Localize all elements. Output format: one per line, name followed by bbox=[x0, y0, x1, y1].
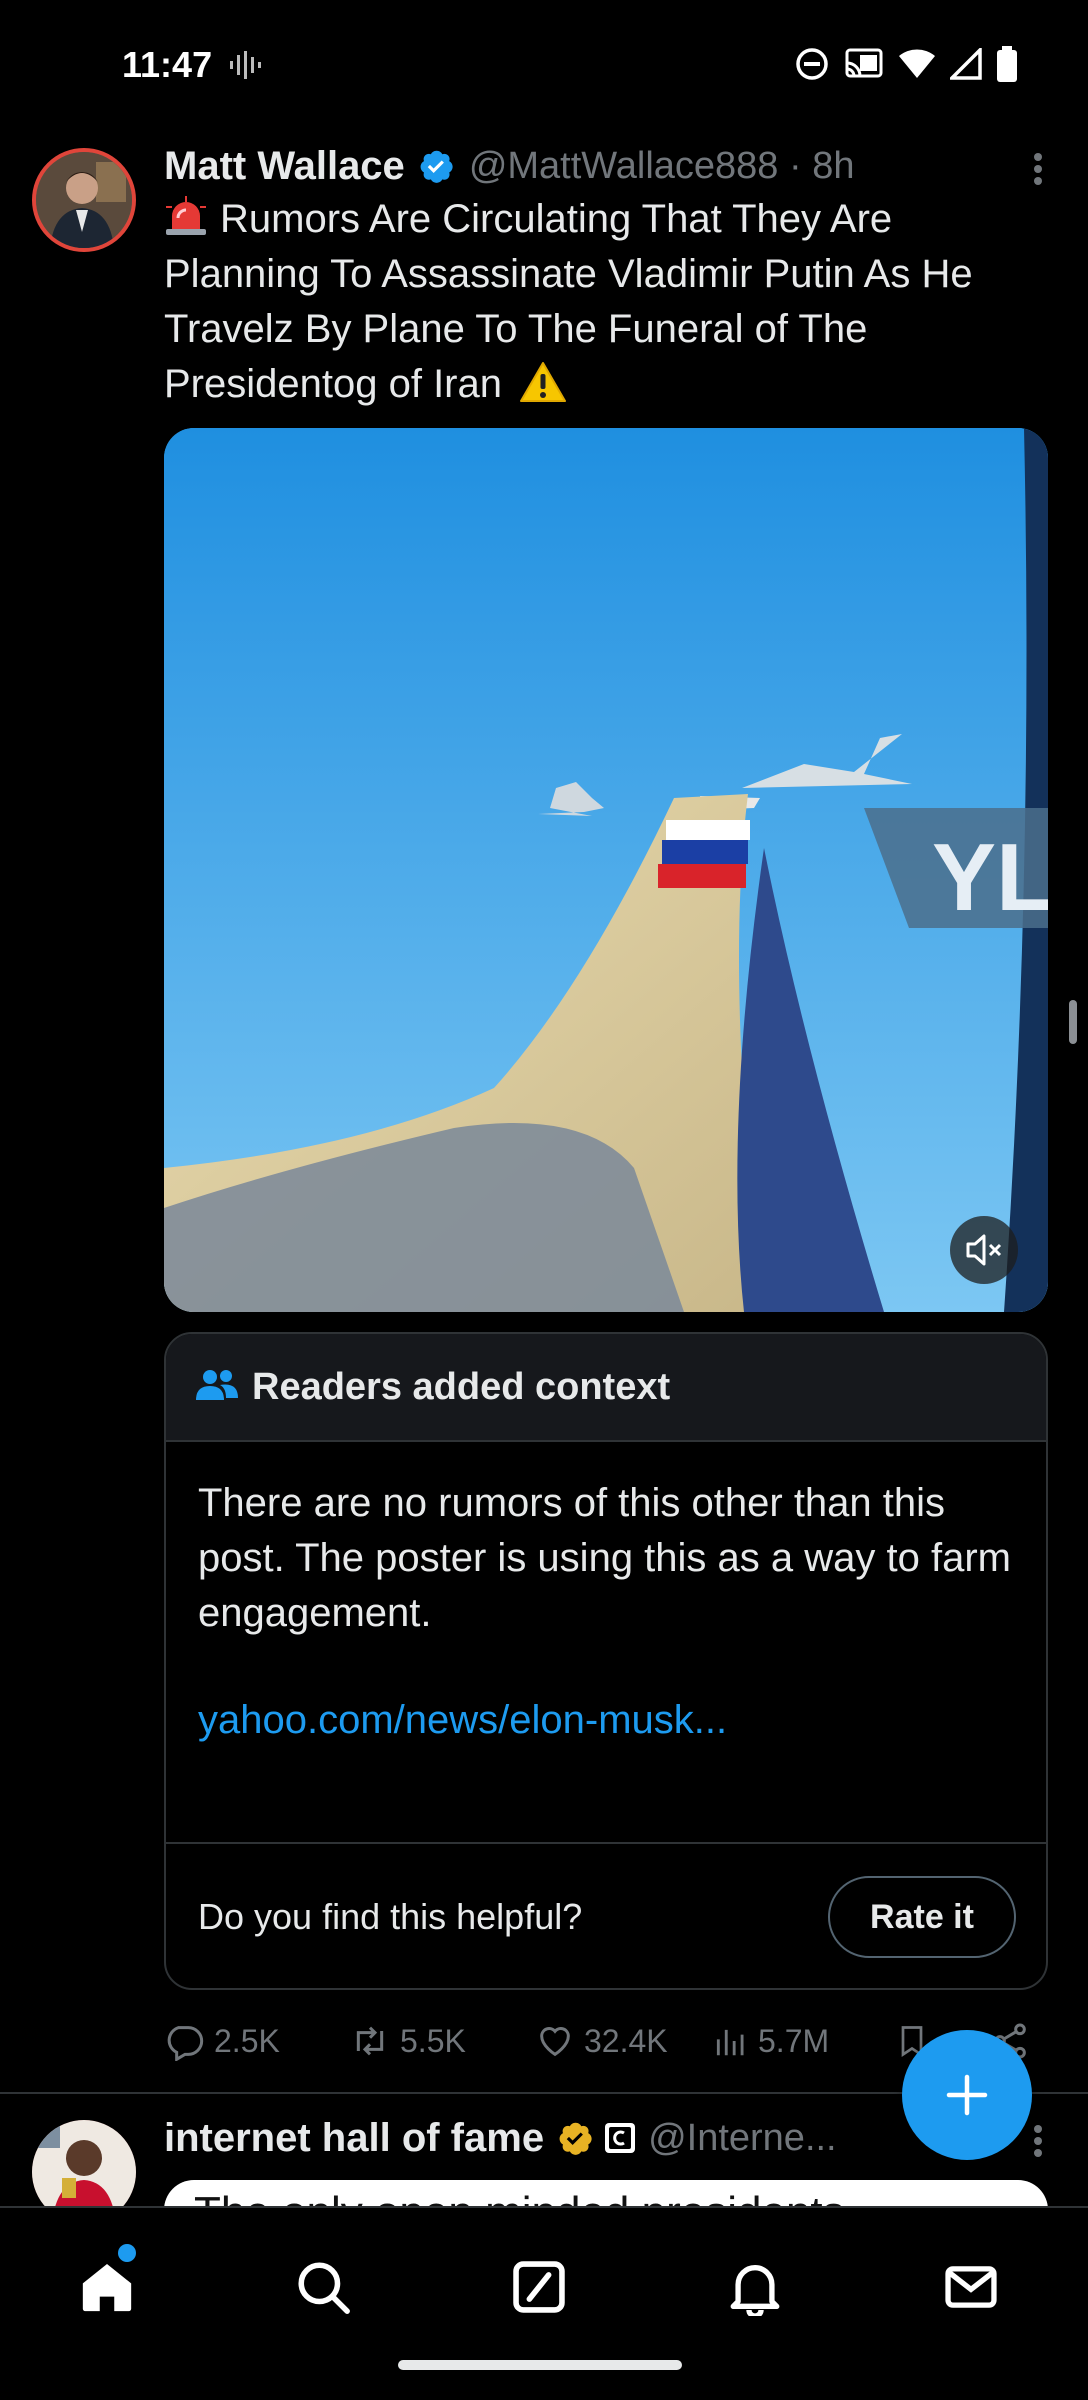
more-options-icon[interactable] bbox=[1032, 152, 1044, 191]
helpful-question: Do you find this helpful? bbox=[198, 1896, 583, 1937]
tweet-time: 8h bbox=[812, 144, 855, 187]
next-tweet-handle[interactable]: @Interne... bbox=[648, 2117, 837, 2160]
plus-icon bbox=[946, 2074, 988, 2116]
community-note-card: Readers added context There are no rumor… bbox=[164, 1332, 1048, 1990]
messages-icon bbox=[945, 2266, 997, 2308]
signal-icon bbox=[947, 45, 982, 85]
author-avatar[interactable] bbox=[32, 148, 136, 252]
reply-count: 2.5K bbox=[214, 2022, 280, 2059]
scrollbar-thumb[interactable] bbox=[1069, 1000, 1077, 1044]
like-count: 32.4K bbox=[584, 2022, 668, 2059]
community-note-header: Readers added context bbox=[166, 1334, 1046, 1442]
like-button[interactable]: 32.4K bbox=[534, 2021, 668, 2061]
search-icon bbox=[298, 2262, 350, 2314]
status-time: 11:47 bbox=[122, 44, 213, 85]
video-frame: YL bbox=[164, 428, 1048, 1312]
reply-button[interactable]: 2.5K bbox=[164, 2021, 280, 2061]
muted-speaker-icon bbox=[966, 1234, 1002, 1266]
home-notification-dot bbox=[118, 2244, 136, 2262]
video-watermark: YL bbox=[932, 824, 1048, 931]
nav-grok[interactable] bbox=[504, 2252, 574, 2322]
verified-gold-badge-icon bbox=[556, 2119, 594, 2157]
cast-icon bbox=[844, 47, 884, 86]
grok-icon bbox=[513, 2261, 565, 2313]
siren-emoji-icon bbox=[164, 196, 208, 236]
author-handle[interactable]: @MattWallace888 · 8h bbox=[469, 145, 855, 188]
mute-button[interactable] bbox=[950, 1216, 1018, 1284]
author-name[interactable]: Matt Wallace bbox=[164, 144, 405, 189]
compose-post-button[interactable] bbox=[902, 2030, 1032, 2160]
nav-notifications[interactable] bbox=[720, 2252, 790, 2322]
status-icons bbox=[794, 45, 1018, 87]
bottom-navigation bbox=[0, 2206, 1088, 2400]
community-note-body: There are no rumors of this other than t… bbox=[166, 1442, 1046, 1842]
gesture-home-indicator[interactable] bbox=[398, 2360, 682, 2370]
notifications-icon bbox=[730, 2265, 780, 2316]
tweet-header: Matt Wallace @MattWallace888 · 8h bbox=[164, 138, 1044, 194]
verified-badge-icon bbox=[417, 147, 455, 185]
nav-messages[interactable] bbox=[936, 2252, 1006, 2322]
status-bar: 11:47 bbox=[0, 0, 1088, 132]
next-tweet-more-icon[interactable] bbox=[1032, 2124, 1044, 2163]
nav-home[interactable] bbox=[72, 2252, 142, 2322]
views-count: 5.7M bbox=[758, 2022, 830, 2059]
tweet-body: Rumors Are Circulating That They Are Pla… bbox=[164, 197, 973, 406]
battery-icon bbox=[996, 46, 1018, 87]
tweet-text: Rumors Are Circulating That They Are Pla… bbox=[164, 192, 1044, 412]
reply-icon bbox=[167, 2026, 204, 2061]
views-icon bbox=[716, 2029, 744, 2056]
heart-icon bbox=[540, 2027, 570, 2057]
rate-it-button[interactable]: Rate it bbox=[828, 1876, 1016, 1958]
dnd-icon bbox=[794, 46, 830, 87]
community-note-title: Readers added context bbox=[252, 1365, 671, 1408]
wifi-icon bbox=[898, 48, 936, 85]
repost-count: 5.5K bbox=[400, 2022, 466, 2059]
people-icon bbox=[196, 1368, 238, 1407]
community-note-source-link[interactable]: yahoo.com/news/elon-musk... bbox=[198, 1693, 1014, 1748]
warning-emoji-icon bbox=[519, 361, 567, 403]
community-note-footer: Do you find this helpful? Rate it bbox=[166, 1842, 1046, 1988]
voice-activity-icon bbox=[228, 50, 262, 85]
affiliate-badge-icon bbox=[604, 2122, 636, 2154]
repost-icon bbox=[356, 2026, 384, 2056]
home-icon bbox=[82, 2264, 132, 2312]
nav-search[interactable] bbox=[288, 2252, 358, 2322]
views-button[interactable]: 5.7M bbox=[712, 2021, 829, 2061]
tweet-video[interactable]: YL bbox=[164, 428, 1048, 1312]
community-note-text: There are no rumors of this other than t… bbox=[198, 1481, 1011, 1635]
next-tweet-author-name[interactable]: internet hall of fame bbox=[164, 2116, 544, 2161]
repost-button[interactable]: 5.5K bbox=[348, 2021, 466, 2061]
